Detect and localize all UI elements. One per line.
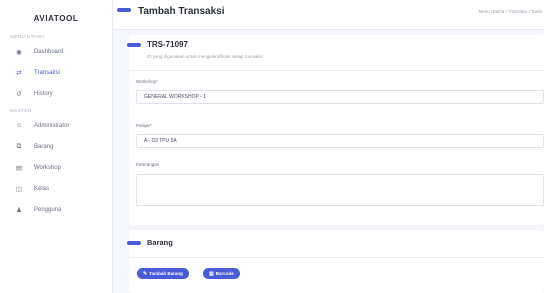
menu-section-label: MENU UTAMA: [10, 34, 45, 39]
sidebar-item-workshop[interactable]: ▤ Workshop: [0, 157, 112, 178]
transfer-icon: ⇄: [16, 69, 22, 77]
transaction-form-card: TRS-71097 ID yang digunakan untuk mengid…: [127, 35, 544, 225]
user-icon: ♟: [16, 206, 22, 214]
master-section-label: MASTER: [10, 108, 32, 113]
workshop-select[interactable]: GENERAL WORKSHOP - 1: [136, 90, 544, 104]
pelajar-select-value: A - D3 TPU 5A: [144, 138, 177, 144]
add-item-button-label: Tambah Barang: [149, 271, 183, 276]
keterangan-label: Keterangan: [136, 162, 160, 167]
workshop-select-value: GENERAL WORKSHOP - 1: [144, 94, 206, 100]
barcode-button-label: Barcode: [215, 271, 234, 276]
divider: [129, 257, 544, 258]
boxes-icon: ⧉: [16, 142, 22, 150]
section-accent-bar: [127, 241, 141, 245]
section-accent-bar: [127, 43, 141, 47]
sidebar-item-pengguna[interactable]: ♟ Pengguna: [0, 199, 112, 220]
keterangan-textarea[interactable]: [136, 174, 544, 206]
pelajar-label: Pelajar*: [136, 123, 152, 128]
barang-section: Barang ✎ Tambah Barang ▥ Barcode: [127, 230, 544, 293]
dashboard-icon: ◉: [16, 48, 22, 56]
chalkboard-icon: ◫: [15, 185, 23, 193]
sidebar-item-history[interactable]: ↺ History: [0, 83, 112, 104]
transaction-code: TRS-71097: [147, 40, 188, 49]
sidebar-item-label: Transaksi: [34, 69, 60, 76]
sidebar-item-dashboard[interactable]: ◉ Dashboard: [0, 41, 112, 62]
breadcrumb[interactable]: Menu Utama / Transaksi / Tamb: [479, 9, 542, 14]
users-icon: ☺: [15, 122, 23, 129]
transaction-code-hint: ID yang digunakan untuk mengidentifikasi…: [147, 54, 265, 59]
sidebar-item-administrator[interactable]: ☺ Administrator: [0, 115, 112, 136]
sidebar-item-label: History: [34, 90, 53, 97]
topbar: Tambah Transaksi Menu Utama / Transaksi …: [113, 0, 544, 30]
add-item-button[interactable]: ✎ Tambah Barang: [137, 268, 189, 279]
sidebar-item-label: Pengguna: [34, 206, 62, 213]
sidebar-item-barang[interactable]: ⧉ Barang: [0, 136, 112, 157]
sidebar-item-label: Workshop: [34, 164, 61, 171]
divider: [129, 70, 544, 71]
sidebar-item-label: Administrator: [34, 122, 70, 129]
sidebar-item-transaksi[interactable]: ⇄ Transaksi: [0, 62, 112, 83]
brand-logo[interactable]: AVIATOOL: [0, 0, 112, 30]
sidebar-item-kelas[interactable]: ◫ Kelas: [0, 178, 112, 199]
sidebar: AVIATOOL MENU UTAMA ◉ Dashboard ⇄ Transa…: [0, 0, 113, 293]
pelajar-select[interactable]: A - D3 TPU 5A: [136, 134, 544, 148]
barang-heading: Barang: [147, 238, 173, 247]
sidebar-item-label: Dashboard: [34, 48, 64, 55]
workshop-label: Workshop*: [136, 79, 158, 84]
sidebar-item-label: Kelas: [34, 185, 50, 192]
edit-icon: ✎: [143, 270, 148, 277]
barcode-icon: ▥: [209, 270, 214, 277]
sidebar-item-label: Barang: [34, 143, 54, 150]
title-accent-bar: [117, 8, 131, 12]
warehouse-icon: ▤: [15, 164, 23, 172]
history-icon: ↺: [16, 90, 22, 98]
barcode-button[interactable]: ▥ Barcode: [203, 268, 240, 279]
page-title: Tambah Transaksi: [138, 6, 225, 17]
